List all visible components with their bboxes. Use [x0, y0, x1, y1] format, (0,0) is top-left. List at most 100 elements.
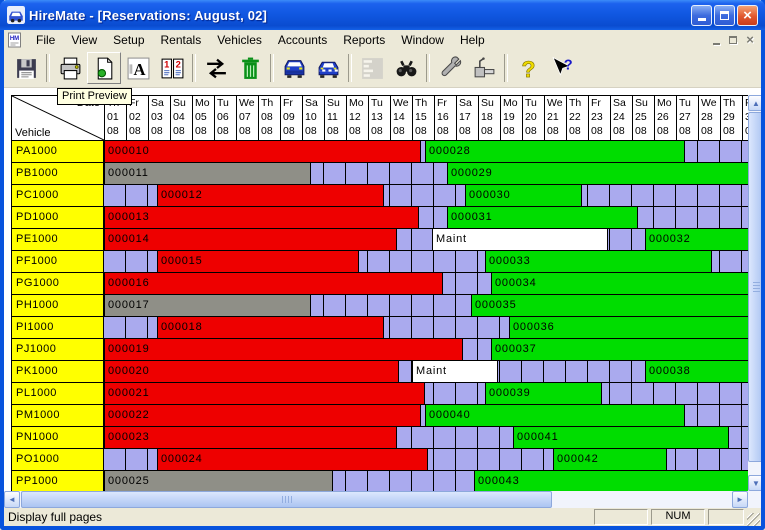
date-header-cell: Tu1308 — [369, 96, 391, 140]
available-track[interactable]: 000017 000035 — [104, 295, 749, 317]
save-button[interactable] — [9, 52, 43, 84]
menu-item-reports[interactable]: Reports — [335, 31, 393, 49]
available-track[interactable]: 000022000040 — [104, 405, 749, 427]
available-track[interactable]: 000021 000039 — [104, 383, 749, 405]
reservation-bar[interactable]: 000042 — [553, 449, 667, 470]
reservation-bar[interactable]: 000037 — [491, 339, 749, 360]
reservation-bar[interactable]: 000036 — [509, 317, 749, 338]
rental-bar[interactable]: 000023 — [104, 427, 397, 448]
tools-button[interactable] — [433, 52, 467, 84]
grid-row: PI1000000018000036 — [12, 317, 750, 339]
day-number: 27 — [679, 110, 698, 124]
mdi-restore-button[interactable] — [725, 33, 741, 47]
maintenance-bar[interactable]: Maint — [432, 229, 608, 250]
reservation-bar[interactable]: 000035 — [471, 295, 749, 316]
minimize-button[interactable] — [691, 5, 712, 26]
scrollbar-corner — [748, 491, 764, 508]
available-track[interactable]: 000014 Maint 000032 — [104, 229, 749, 251]
reservation-bar[interactable]: 000034 — [491, 273, 749, 294]
rental-bar[interactable]: 000020 — [104, 361, 399, 382]
reservation-bar[interactable]: 000041 — [513, 427, 729, 448]
scroll-right-button[interactable]: ► — [732, 491, 748, 508]
available-track[interactable]: 000024 000042 — [104, 449, 749, 471]
unavailable-bar[interactable]: 000011 — [104, 163, 311, 184]
menu-item-file[interactable]: File — [28, 31, 63, 49]
horizontal-scrollbar[interactable]: ◄ ► — [4, 491, 748, 508]
available-track[interactable]: 000020 Maint 000038 — [104, 361, 749, 383]
rental-bar[interactable]: 000016 — [104, 273, 443, 294]
day-number: 21 — [547, 110, 566, 124]
font-button[interactable]: A — [121, 52, 155, 84]
rental-bar[interactable]: 000015 — [157, 251, 359, 272]
day-number: 22 — [569, 110, 588, 124]
day-number: 04 — [173, 110, 192, 124]
reservation-bar[interactable]: 000040 — [425, 405, 685, 426]
vehicle-button[interactable] — [277, 52, 311, 84]
available-track[interactable]: 000011 000029 — [104, 163, 749, 185]
unavailable-bar[interactable]: 000017 — [104, 295, 311, 316]
month-number: 08 — [591, 124, 610, 138]
reservation-bar[interactable]: 000043 — [474, 471, 749, 492]
menu-item-help[interactable]: Help — [452, 31, 493, 49]
rental-bar[interactable]: 000021 — [104, 383, 425, 404]
reservation-bar[interactable]: 000032 — [645, 229, 749, 250]
unavailable-bar[interactable]: 000025 — [104, 471, 333, 492]
mdi-minimize-button[interactable] — [708, 33, 724, 47]
mdi-close-button[interactable]: × — [742, 33, 758, 47]
reservation-bar[interactable]: 000030 — [465, 185, 582, 206]
close-button[interactable]: × — [737, 5, 758, 26]
print-button[interactable] — [53, 52, 87, 84]
find-button[interactable] — [389, 52, 423, 84]
scroll-left-button[interactable]: ◄ — [4, 491, 20, 508]
available-track[interactable]: 000013 000031 — [104, 207, 749, 229]
available-track[interactable]: 000023 000041 — [104, 427, 749, 449]
rental-bar[interactable]: 000013 — [104, 207, 419, 228]
available-track[interactable]: 000019 000037 — [104, 339, 749, 361]
month-number: 08 — [349, 124, 368, 138]
horizontal-scroll-thumb[interactable] — [21, 491, 552, 508]
menu-item-setup[interactable]: Setup — [105, 31, 152, 49]
rental-bar[interactable]: 000018 — [157, 317, 384, 338]
available-track[interactable]: 000015 000033 — [104, 251, 749, 273]
delete-button[interactable] — [233, 52, 267, 84]
transfer-button[interactable] — [199, 52, 233, 84]
reservation-bar[interactable]: 000033 — [485, 251, 712, 272]
reservation-bar[interactable]: 000031 — [447, 207, 638, 228]
available-track[interactable]: 000016 000034 — [104, 273, 749, 295]
reservation-bar[interactable]: 000038 — [645, 361, 749, 382]
reservation-bar[interactable]: 000029 — [447, 163, 749, 184]
available-track[interactable]: 000012 000030 — [104, 185, 749, 207]
maintenance-bar[interactable]: Maint — [412, 361, 498, 382]
rental-bar[interactable]: 000024 — [157, 449, 428, 470]
print-preview-tooltip: Print Preview — [57, 88, 132, 105]
scroll-up-button[interactable]: ▲ — [748, 95, 764, 111]
menu-item-view[interactable]: View — [63, 31, 105, 49]
menu-item-window[interactable]: Window — [393, 31, 452, 49]
print-preview-button[interactable] — [87, 52, 121, 84]
vertical-scrollbar[interactable]: ▲ ▼ — [748, 95, 764, 491]
context-help-button[interactable]: ? — [545, 52, 579, 84]
menu-item-accounts[interactable]: Accounts — [270, 31, 335, 49]
rental-bar[interactable]: 000010 — [104, 141, 421, 162]
rental-bar[interactable]: 000022 — [104, 405, 421, 426]
maximize-button[interactable] — [714, 5, 735, 26]
rental-bar[interactable]: 000012 — [157, 185, 384, 206]
available-track[interactable]: 000018 000036 — [104, 317, 749, 339]
rental-bar[interactable]: 000019 — [104, 339, 463, 360]
resize-grip[interactable] — [747, 513, 760, 526]
menu-item-vehicles[interactable]: Vehicles — [209, 31, 270, 49]
page-numbering-button[interactable]: 12 — [155, 52, 189, 84]
menu-item-rentals[interactable]: Rentals — [153, 31, 210, 49]
vehicle-lookup-button[interactable] — [311, 52, 345, 84]
reservation-bar[interactable]: 000028 — [425, 141, 685, 162]
scroll-down-button[interactable]: ▼ — [748, 475, 764, 491]
vehicle-cell: PH1000 — [12, 295, 104, 317]
available-track[interactable]: 000010000028 — [104, 141, 749, 163]
rental-bar[interactable]: 000014 — [104, 229, 397, 250]
reservation-bar[interactable]: 000039 — [485, 383, 602, 404]
vertical-scroll-thumb[interactable] — [748, 112, 764, 462]
available-track[interactable]: 000025 000043 — [104, 471, 749, 493]
settings-button[interactable] — [467, 52, 501, 84]
month-number: 08 — [195, 124, 214, 138]
help-button[interactable]: ? — [511, 52, 545, 84]
